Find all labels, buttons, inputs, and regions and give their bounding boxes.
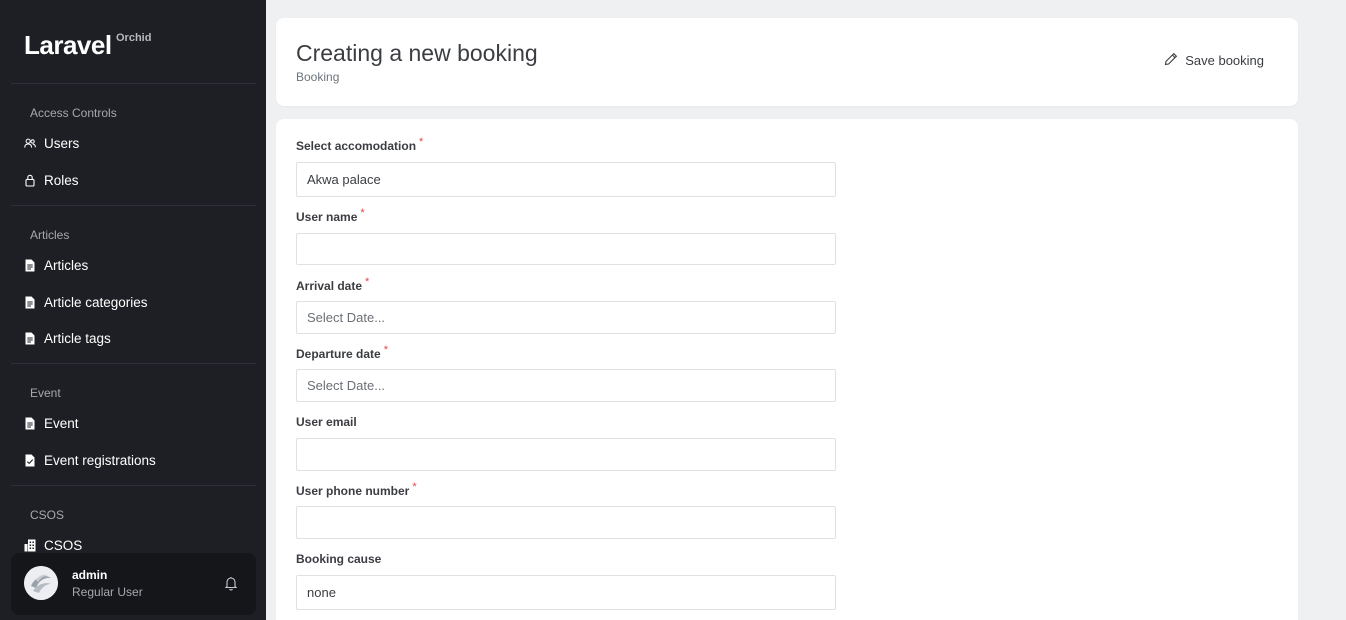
sidebar-item-article-categories[interactable]: Article categories: [24, 292, 148, 312]
users-icon: [24, 136, 36, 150]
user-name: admin: [72, 568, 108, 582]
brand-sup: Orchid: [116, 32, 152, 44]
field-departure-date: Departure date * Select Date...: [296, 344, 836, 402]
field-label: User phone number *: [296, 481, 836, 498]
sidebar: Laravel Orchid Access Controls Users Rol…: [0, 0, 266, 620]
document-icon: [24, 295, 36, 309]
field-label: Select accomodation *: [296, 136, 836, 153]
avatar: [24, 566, 58, 600]
sidebar-item-users[interactable]: Users: [24, 133, 79, 153]
field-arrival-date: Arrival date * Select Date...: [296, 276, 836, 334]
required-marker: *: [365, 276, 370, 288]
page-title: Creating a new booking: [296, 40, 538, 66]
sidebar-item-label: Article tags: [44, 330, 111, 346]
field-label: User name *: [296, 207, 836, 224]
sidebar-item-roles[interactable]: Roles: [24, 170, 79, 190]
field-label: Booking cause: [296, 552, 836, 566]
brand-name: Laravel: [24, 30, 112, 60]
user-name-input[interactable]: [296, 233, 836, 265]
sidebar-item-label: Article categories: [44, 294, 148, 310]
user-role: Regular User: [72, 585, 143, 599]
section-title-access-controls: Access Controls: [30, 106, 117, 120]
user-email-input[interactable]: [296, 438, 836, 471]
label-text: Arrival date: [296, 279, 363, 293]
divider: [11, 485, 256, 486]
bell-icon[interactable]: [223, 575, 239, 591]
section-title-csos: CSOS: [30, 508, 65, 522]
label-text: Booking cause: [296, 552, 382, 566]
arrival-date-input[interactable]: Select Date...: [296, 301, 836, 334]
breadcrumb: Booking: [296, 70, 340, 84]
label-text: User email: [296, 415, 357, 429]
sidebar-item-label: Event registrations: [44, 452, 156, 468]
sidebar-item-event-registrations[interactable]: Event registrations: [24, 450, 156, 470]
user-profile-card[interactable]: admin Regular User: [11, 553, 256, 615]
sidebar-item-label: Event: [44, 415, 79, 431]
field-label: User email: [296, 415, 836, 429]
divider: [11, 205, 256, 206]
building-icon: [24, 538, 36, 552]
save-booking-label: Save booking: [1185, 53, 1264, 68]
sidebar-item-label: Users: [44, 135, 80, 151]
document-icon: [24, 331, 36, 345]
lock-icon: [24, 173, 36, 187]
document-check-icon: [24, 453, 36, 467]
accomodation-select[interactable]: Akwa palace: [296, 162, 836, 197]
label-text: User phone number: [296, 484, 410, 498]
field-user-phone: User phone number *: [296, 481, 836, 539]
sidebar-item-csos[interactable]: CSOS: [24, 535, 82, 555]
document-icon: [24, 416, 36, 430]
divider: [11, 83, 256, 84]
sidebar-item-label: Articles: [44, 257, 89, 273]
field-label: Departure date *: [296, 344, 836, 361]
sidebar-item-label: Roles: [44, 172, 79, 188]
save-booking-button[interactable]: Save booking: [1164, 52, 1264, 69]
required-marker: *: [419, 136, 424, 148]
label-text: User name: [296, 210, 358, 224]
label-text: Select accomodation: [296, 139, 417, 153]
label-text: Departure date: [296, 347, 381, 361]
booking-cause-select[interactable]: none: [296, 575, 836, 610]
page-header: Creating a new booking Booking Save book…: [276, 18, 1298, 106]
required-marker: *: [412, 481, 417, 493]
field-label: Arrival date *: [296, 276, 836, 293]
pencil-icon: [1164, 52, 1178, 69]
field-accomodation: Select accomodation * Akwa palace: [296, 136, 836, 197]
field-user-email: User email: [296, 415, 836, 471]
section-title-event: Event: [30, 386, 61, 400]
booking-form: Select accomodation * Akwa palace User na…: [276, 119, 1298, 620]
field-booking-cause: Booking cause none: [296, 552, 836, 610]
user-phone-input[interactable]: [296, 506, 836, 539]
sidebar-item-articles[interactable]: Articles: [24, 255, 88, 275]
field-user-name: User name *: [296, 207, 836, 265]
section-title-articles: Articles: [30, 228, 70, 242]
divider: [11, 363, 256, 364]
required-marker: *: [383, 344, 388, 356]
sidebar-item-label: CSOS: [44, 537, 83, 553]
required-marker: *: [360, 207, 365, 219]
sidebar-item-event[interactable]: Event: [24, 413, 79, 433]
document-icon: [24, 258, 36, 272]
sidebar-item-article-tags[interactable]: Article tags: [24, 328, 111, 348]
departure-date-input[interactable]: Select Date...: [296, 369, 836, 402]
brand-logo[interactable]: Laravel Orchid: [24, 30, 151, 61]
